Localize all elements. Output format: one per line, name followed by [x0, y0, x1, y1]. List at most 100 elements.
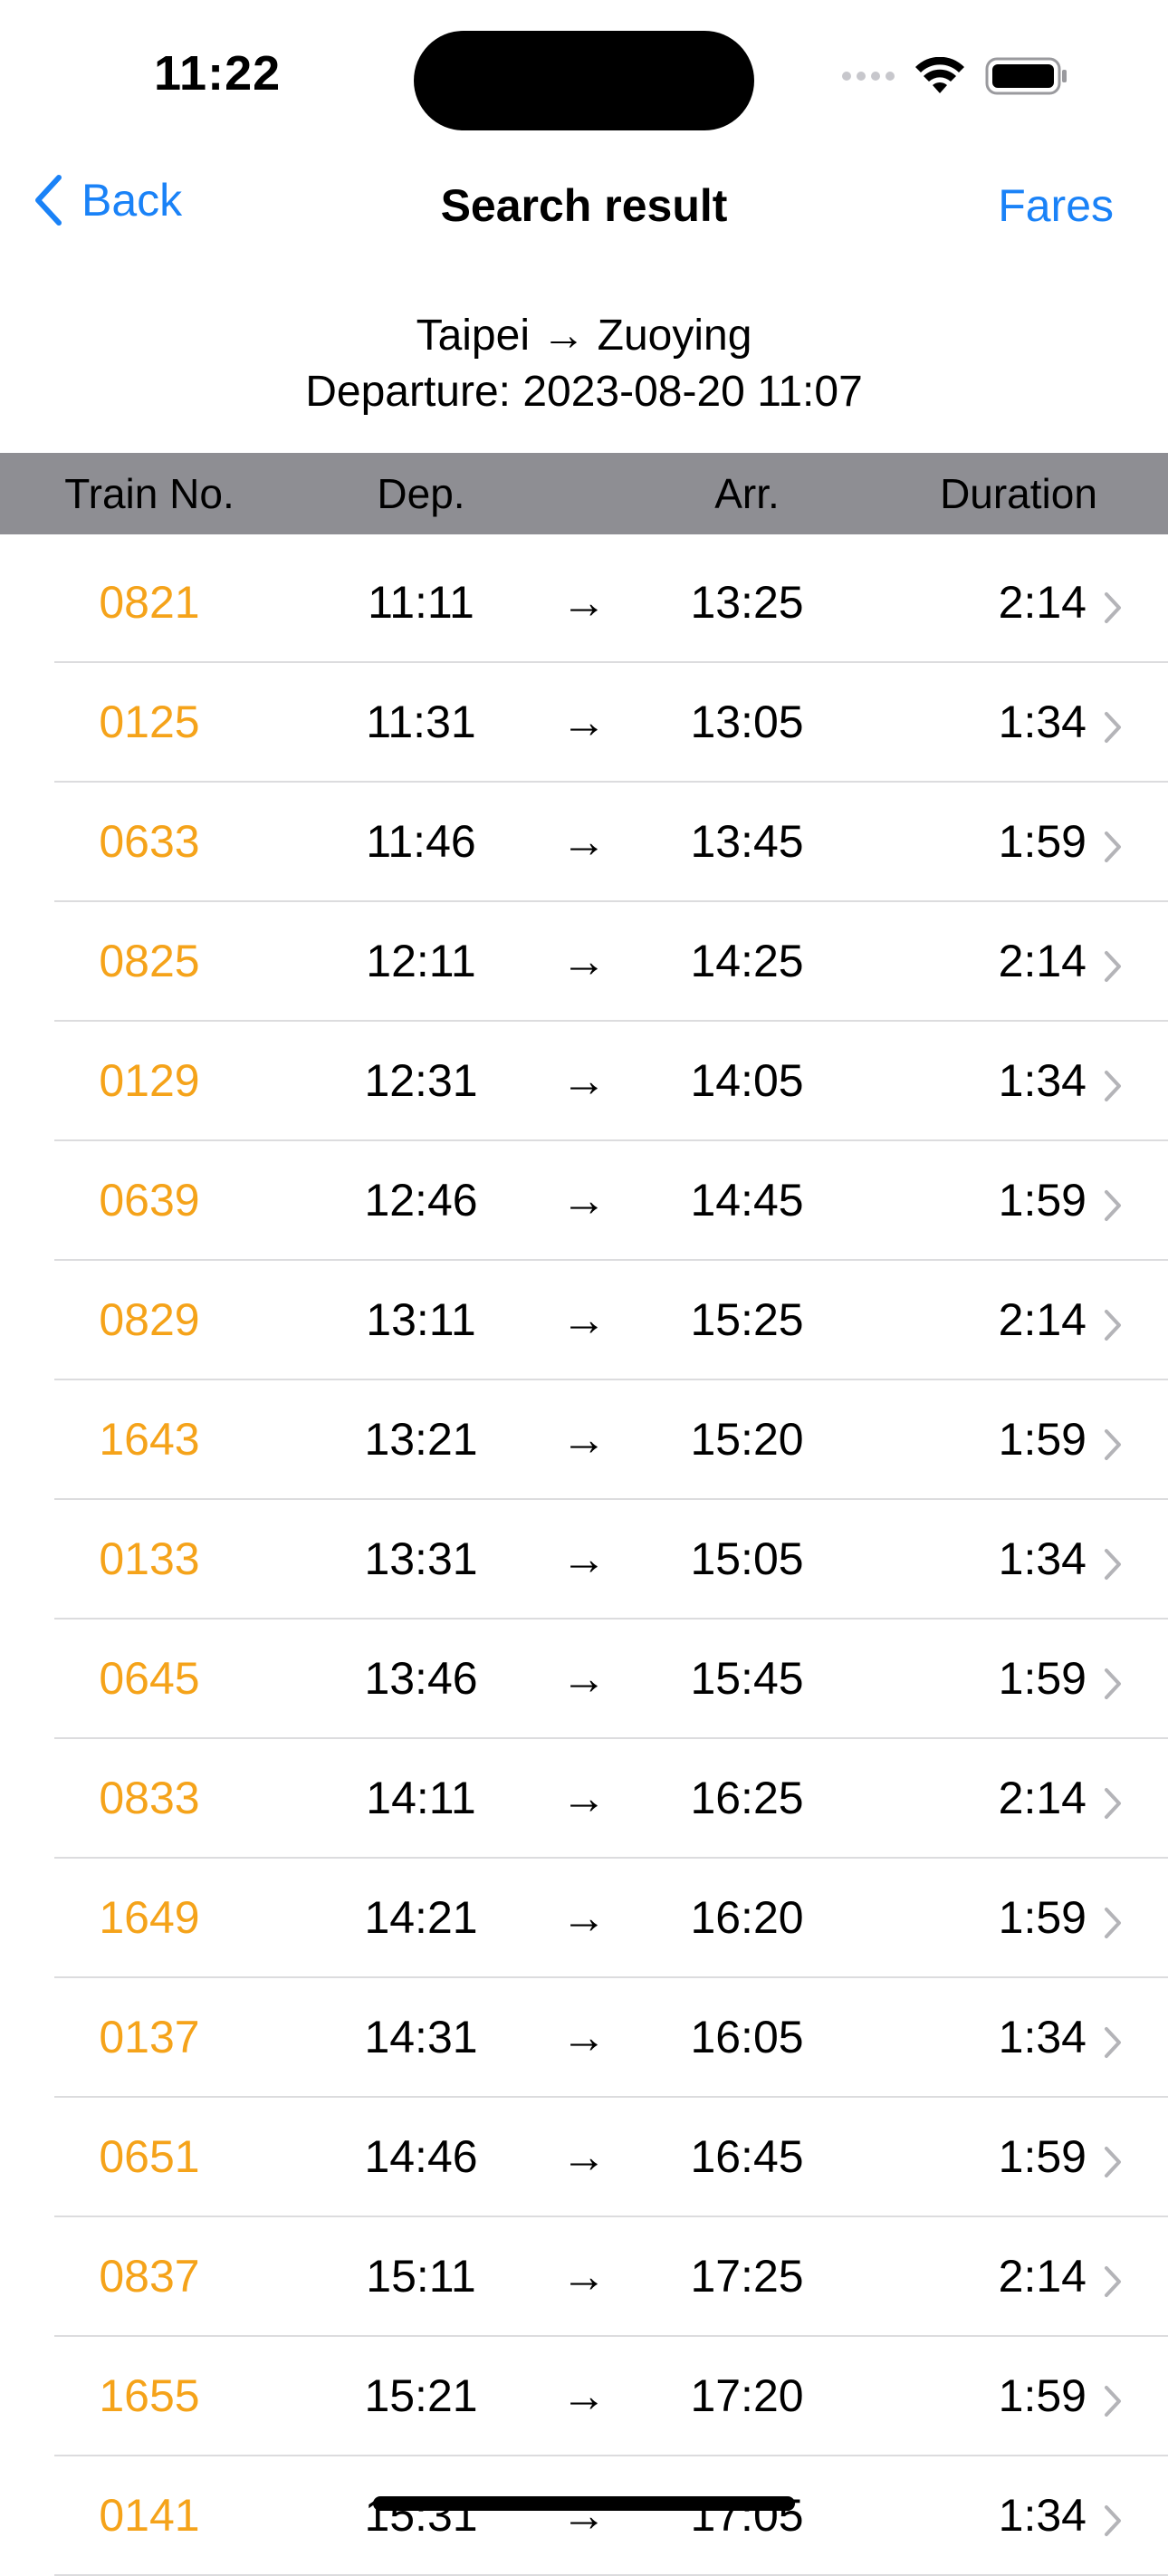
table-row[interactable]: 0837 15:11 → 17:25 2:14 [0, 2217, 1168, 2337]
chevron-right-icon [1105, 951, 1121, 982]
battery-icon [985, 57, 1067, 95]
arrival-time: 16:25 [690, 1773, 804, 1823]
duration: 1:34 [998, 1055, 1087, 1106]
table-row[interactable]: 0141 15:31 → 17:05 1:34 [0, 2456, 1168, 2576]
arrival-time: 17:20 [690, 2370, 804, 2421]
chevron-right-icon [1105, 2266, 1121, 2297]
duration: 1:34 [998, 1533, 1087, 1584]
arrow-icon: → [561, 816, 607, 867]
chevron-right-icon [1105, 1549, 1121, 1580]
duration: 1:34 [998, 2490, 1087, 2541]
departure-time: 15:11 [366, 2251, 476, 2302]
departure-time: 12:11 [366, 936, 476, 986]
duration: 1:59 [998, 2370, 1087, 2421]
chevron-right-icon [1105, 2147, 1121, 2177]
train-number: 0833 [99, 1773, 200, 1823]
table-row[interactable]: 0829 13:11 → 15:25 2:14 [0, 1261, 1168, 1380]
arrival-time: 13:25 [690, 577, 804, 628]
arrow-icon: → [561, 577, 607, 628]
arrow-icon: → [561, 936, 607, 986]
train-number: 0639 [99, 1175, 200, 1226]
table-row[interactable]: 0639 12:46 → 14:45 1:59 [0, 1141, 1168, 1261]
train-number: 0651 [99, 2131, 200, 2182]
arrow-icon: → [561, 2012, 607, 2062]
chevron-right-icon [1105, 1788, 1121, 1819]
train-number: 1643 [99, 1414, 200, 1465]
train-number: 0133 [99, 1533, 200, 1584]
arrow-icon: → [561, 1175, 607, 1226]
chevron-right-icon [1105, 2386, 1121, 2417]
duration: 2:14 [998, 2251, 1087, 2302]
cellular-signal-icon [842, 72, 895, 81]
table-row[interactable]: 1649 14:21 → 16:20 1:59 [0, 1859, 1168, 1978]
chevron-right-icon [1105, 831, 1121, 862]
table-row[interactable]: 0825 12:11 → 14:25 2:14 [0, 902, 1168, 1022]
arrival-time: 15:25 [690, 1294, 804, 1345]
chevron-right-icon [1105, 1668, 1121, 1699]
status-time: 11:22 [154, 46, 282, 101]
chevron-right-icon [1105, 2027, 1121, 2058]
departure-time: 14:46 [364, 2131, 478, 2182]
departure-time: 12:31 [364, 1055, 478, 1106]
arrival-time: 13:45 [690, 816, 804, 867]
train-number: 0129 [99, 1055, 200, 1106]
duration: 1:34 [998, 2012, 1087, 2062]
arrival-time: 16:20 [690, 1892, 804, 1943]
departure-datetime: Departure: 2023-08-20 11:07 [305, 368, 863, 416]
chevron-right-icon [1105, 2505, 1121, 2536]
duration: 1:59 [998, 1653, 1087, 1704]
route-stations: Taipei → Zuoying [416, 312, 752, 360]
departure-time: 11:11 [368, 577, 474, 628]
train-number: 0645 [99, 1653, 200, 1704]
departure-time: 14:31 [364, 2012, 478, 2062]
chevron-right-icon [1105, 1190, 1121, 1221]
table-row[interactable]: 0129 12:31 → 14:05 1:34 [0, 1022, 1168, 1141]
arrival-time: 15:45 [690, 1653, 804, 1704]
train-number: 0821 [99, 577, 200, 628]
arrow-icon: → [561, 1414, 607, 1465]
departure-time: 13:46 [364, 1653, 478, 1704]
page-title: Search result [440, 180, 728, 231]
fares-button[interactable]: Fares [998, 179, 1114, 232]
train-number: 0825 [99, 936, 200, 986]
duration: 1:59 [998, 1414, 1087, 1465]
arrow-icon: → [561, 1533, 607, 1584]
duration: 1:59 [998, 2131, 1087, 2182]
table-row[interactable]: 0633 11:46 → 13:45 1:59 [0, 783, 1168, 902]
train-number: 0125 [99, 697, 200, 747]
table-row[interactable]: 0821 11:11 → 13:25 2:14 [0, 543, 1168, 663]
table-row[interactable]: 1655 15:21 → 17:20 1:59 [0, 2337, 1168, 2456]
arrow-icon: → [561, 2251, 607, 2302]
table-row[interactable]: 0133 13:31 → 15:05 1:34 [0, 1500, 1168, 1620]
arrival-time: 14:45 [690, 1175, 804, 1226]
departure-time: 13:31 [364, 1533, 478, 1584]
column-train-no: Train No. [64, 470, 235, 517]
wifi-icon [915, 57, 964, 93]
table-row[interactable]: 0125 11:31 → 13:05 1:34 [0, 663, 1168, 783]
departure-time: 13:21 [364, 1414, 478, 1465]
train-number: 0141 [99, 2490, 200, 2541]
departure-time: 11:46 [366, 816, 476, 867]
table-row[interactable]: 0645 13:46 → 15:45 1:59 [0, 1620, 1168, 1739]
home-indicator [373, 2496, 795, 2511]
table-row[interactable]: 0137 14:31 → 16:05 1:34 [0, 1978, 1168, 2098]
chevron-right-icon [1105, 592, 1121, 623]
arrival-time: 16:05 [690, 2012, 804, 2062]
duration: 1:59 [998, 816, 1087, 867]
table-row[interactable]: 1643 13:21 → 15:20 1:59 [0, 1380, 1168, 1500]
duration: 2:14 [998, 936, 1087, 986]
duration: 2:14 [998, 1294, 1087, 1345]
arrow-icon: → [561, 1294, 607, 1345]
table-row[interactable]: 0833 14:11 → 16:25 2:14 [0, 1739, 1168, 1859]
column-dep: Dep. [377, 470, 465, 517]
column-arr: Arr. [714, 470, 780, 517]
duration: 1:59 [998, 1892, 1087, 1943]
arrival-time: 15:05 [690, 1533, 804, 1584]
route-summary: Taipei → Zuoying Departure: 2023-08-20 1… [0, 308, 1168, 420]
navigation-bar: Back Search result Fares [0, 163, 1168, 250]
train-number: 1649 [99, 1892, 200, 1943]
chevron-right-icon [1105, 712, 1121, 743]
train-number: 0137 [99, 2012, 200, 2062]
table-row[interactable]: 0651 14:46 → 16:45 1:59 [0, 2098, 1168, 2217]
arrow-icon: → [561, 1892, 607, 1943]
